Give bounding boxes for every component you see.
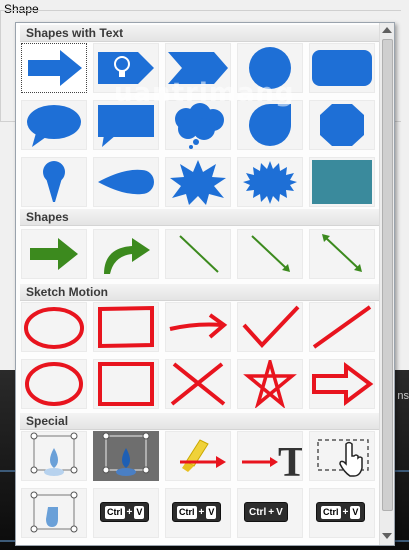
shape-teal-rectangle[interactable] <box>309 157 375 207</box>
special-key-ctrl-v-4[interactable]: Ctrl + V <box>309 488 375 538</box>
scroll-thumb[interactable] <box>382 39 393 511</box>
panel-edge-text: ns <box>397 390 409 402</box>
category-header-shapes: Shapes <box>20 209 386 226</box>
key-v: V <box>350 506 361 519</box>
sketch-block-arrow[interactable] <box>309 359 375 409</box>
special-key-ctrl-v-1[interactable]: Ctrl + V <box>93 488 159 538</box>
sketch-checkmark[interactable] <box>237 302 303 352</box>
special-cursor-drop[interactable] <box>21 488 87 538</box>
key-ctrl: Ctrl <box>177 506 197 519</box>
popup-scrollbar[interactable] <box>379 23 394 545</box>
shape-line-arrow[interactable] <box>237 229 303 279</box>
shape-curved-arrow[interactable] <box>93 229 159 279</box>
svg-text:T: T <box>278 440 302 480</box>
shape-circle[interactable] <box>237 43 303 93</box>
shape-pin[interactable] <box>21 157 87 207</box>
shape-comet[interactable] <box>93 157 159 207</box>
special-text-tool[interactable]: T <box>237 431 303 481</box>
key-ctrl: Ctrl <box>321 506 341 519</box>
special-highlight-drop-dark[interactable] <box>93 431 159 481</box>
key-v: V <box>134 506 145 519</box>
shape-oval-callout[interactable] <box>21 100 87 150</box>
shape-double-chevron[interactable] <box>165 43 231 93</box>
shape-rectangle-callout[interactable] <box>93 100 159 150</box>
key-plus: + <box>126 507 133 518</box>
key-plus: + <box>268 507 275 518</box>
shape-line[interactable] <box>165 229 231 279</box>
sketch-line[interactable] <box>309 302 375 352</box>
category-header-special: Special <box>20 413 386 430</box>
shape-pentagon-arrow[interactable] <box>93 43 159 93</box>
scroll-up-arrow-icon[interactable] <box>382 27 392 33</box>
sketch-star[interactable] <box>237 359 303 409</box>
sketch-cross[interactable] <box>165 359 231 409</box>
sketch-arrow[interactable] <box>165 302 231 352</box>
special-key-ctrl-v-2[interactable]: Ctrl + V <box>165 488 231 538</box>
special-click-region[interactable] <box>309 431 375 481</box>
sketch-rectangle[interactable] <box>93 302 159 352</box>
special-highlight-drop[interactable] <box>21 431 87 481</box>
shape-green-arrow[interactable] <box>21 229 87 279</box>
key-v-plain: V <box>276 507 283 518</box>
key-plus: + <box>342 507 349 518</box>
sketch-circle[interactable] <box>21 302 87 352</box>
scroll-down-arrow-icon[interactable] <box>382 533 392 539</box>
key-v: V <box>206 506 217 519</box>
shape-teardrop[interactable] <box>237 100 303 150</box>
special-highlighter-text[interactable] <box>165 431 231 481</box>
key-plus: + <box>198 507 205 518</box>
shape-octagon[interactable] <box>309 100 375 150</box>
category-header-sketch-motion: Sketch Motion <box>20 284 386 301</box>
shape-explosion[interactable] <box>165 157 231 207</box>
shape-cloud-callout[interactable] <box>165 100 231 150</box>
shape-picker-popup: Shapes with Text Shapes Sketch Motion Sp… <box>15 22 395 546</box>
key-ctrl-plain: Ctrl <box>249 507 267 518</box>
key-ctrl: Ctrl <box>105 506 125 519</box>
sketch-circle-2[interactable] <box>21 359 87 409</box>
sketch-rectangle-2[interactable] <box>93 359 159 409</box>
shape-arrow-right[interactable] <box>21 43 87 93</box>
shape-starburst[interactable] <box>237 157 303 207</box>
special-key-ctrl-v-3[interactable]: Ctrl + V <box>237 488 303 538</box>
shape-line-double-arrow[interactable] <box>309 229 375 279</box>
shape-rounded-rectangle[interactable] <box>309 43 375 93</box>
category-header-shapes-with-text: Shapes with Text <box>20 25 386 42</box>
